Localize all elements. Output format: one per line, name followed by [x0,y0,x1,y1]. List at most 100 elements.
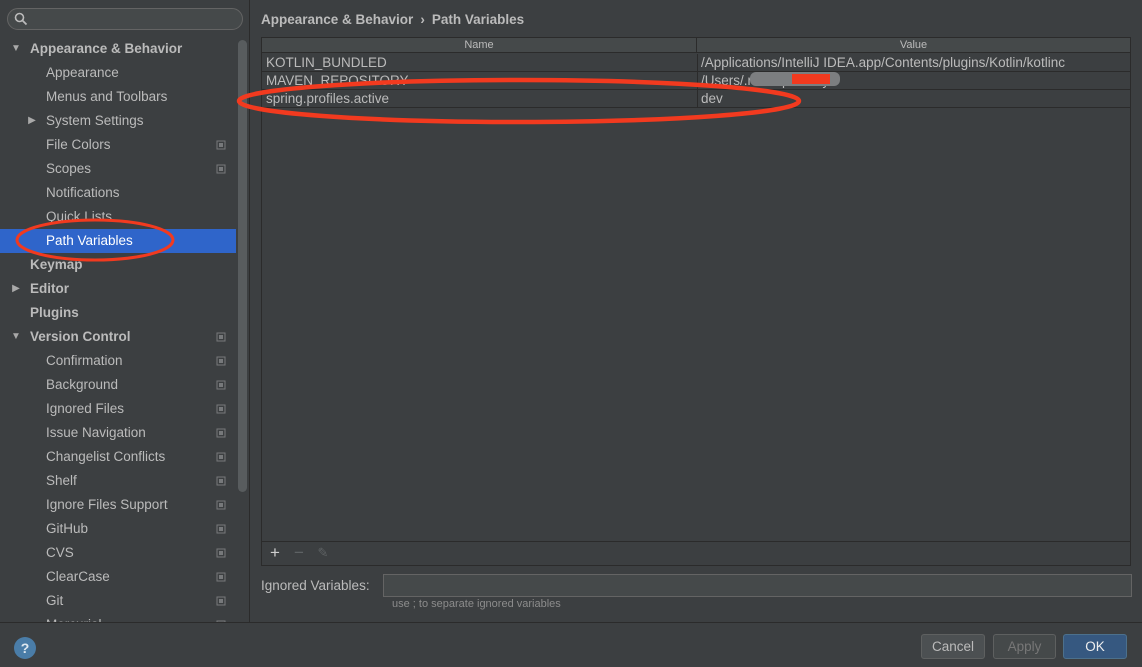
chevron-right-icon[interactable]: ▶ [26,109,38,133]
ignored-variables-input[interactable] [383,574,1132,597]
breadcrumb: Appearance & Behavior › Path Variables [261,10,524,30]
project-scope-icon [216,500,226,510]
sidebar-item-label: Confirmation [46,353,123,368]
sidebar-item-label: Background [46,377,119,392]
sidebar-item-label: Issue Navigation [46,425,146,440]
sidebar-item-path-variables[interactable]: Path Variables [0,229,236,253]
project-scope-icon [216,548,226,558]
settings-tree: ▼ Appearance & Behavior Appearance Menus an… [0,37,236,622]
project-scope-icon [216,164,226,174]
cancel-button[interactable]: Cancel [921,634,985,659]
sidebar-item-scopes[interactable]: Scopes [0,157,236,181]
table-row[interactable]: KOTLIN_BUNDLED/Applications/IntelliJ IDE… [262,54,1130,72]
project-scope-icon [216,428,226,438]
table-toolbar: + − ✎ [261,542,1131,566]
sidebar-item-issue-navigation[interactable]: Issue Navigation [0,421,236,445]
sidebar-item-git[interactable]: Git [0,589,236,613]
sidebar-scrollbar[interactable] [238,40,247,492]
ok-button[interactable]: OK [1063,634,1127,659]
sidebar-item-mercurial[interactable]: Mercurial [0,613,236,622]
sidebar-item-clearcase[interactable]: ClearCase [0,565,236,589]
breadcrumb-separator-icon: › [420,12,425,27]
sidebar-item-label: Appearance & Behavior [30,41,183,56]
remove-icon[interactable]: − [291,544,307,561]
project-scope-icon [216,596,226,606]
settings-sidebar: ▼ Appearance & Behavior Appearance Menus an… [0,0,250,622]
project-scope-icon [216,572,226,582]
column-header-value[interactable]: Value [697,38,1130,53]
variable-name-cell[interactable]: spring.profiles.active [266,90,694,108]
sidebar-item-github[interactable]: GitHub [0,517,236,541]
apply-button[interactable]: Apply [993,634,1056,659]
sidebar-item-changelist-conflicts[interactable]: Changelist Conflicts [0,445,236,469]
sidebar-item-shelf[interactable]: Shelf [0,469,236,493]
variable-value-cell[interactable]: dev [701,90,1129,108]
sidebar-item-ignored-files[interactable]: Ignored Files [0,397,236,421]
sidebar-item-notifications[interactable]: Notifications [0,181,236,205]
sidebar-item-label: CVS [46,545,74,560]
table-row[interactable]: spring.profiles.active dev [262,90,1130,108]
sidebar-item-menus-and-toolbars[interactable]: Menus and Toolbars [0,85,236,109]
column-divider [697,72,698,90]
search-icon [14,12,28,26]
sidebar-item-ignore-files-support[interactable]: Ignore Files Support [0,493,236,517]
chevron-down-icon[interactable]: ▼ [10,325,22,349]
sidebar-item-label: Scopes [46,161,92,176]
path-variables-table: Name Value KOTLIN_BUNDLED/Applications/I… [261,37,1131,542]
breadcrumb-current: Path Variables [431,12,525,27]
sidebar-item-system-settings[interactable]: ▶ System Settings [0,109,236,133]
ignored-variables-label: Ignored Variables: [261,578,370,593]
sidebar-item-label: ClearCase [46,569,110,584]
variable-value-cell[interactable]: /Applications/IntelliJ IDEA.app/Contents… [701,54,1129,72]
column-divider [697,54,698,72]
sidebar-item-label: Keymap [30,257,83,272]
sidebar-item-quick-lists[interactable]: Quick Lists [0,205,236,229]
sidebar-item-label: GitHub [46,521,89,536]
sidebar-item-cvs[interactable]: CVS [0,541,236,565]
help-button[interactable]: ? [14,637,36,659]
table-row[interactable]: MAVEN_REPOSITORY/Users/.m2/repository [262,72,1130,90]
table-header: Name Value [262,38,1130,53]
variable-value-cell[interactable]: /Users/.m2/repository [701,72,1129,90]
chevron-down-icon[interactable]: ▼ [10,37,22,61]
sidebar-item-label: Plugins [30,305,79,320]
sidebar-item-label: Mercurial [46,613,102,622]
sidebar-item-label: Changelist Conflicts [46,449,166,464]
sidebar-item-keymap[interactable]: Keymap [0,253,236,277]
project-scope-icon [216,356,226,366]
project-scope-icon [216,380,226,390]
sidebar-item-label: Ignored Files [46,401,125,416]
sidebar-item-version-control[interactable]: ▼ Version Control [0,325,236,349]
sidebar-item-label: System Settings [46,113,144,128]
column-header-name[interactable]: Name [262,38,697,53]
edit-icon[interactable]: ✎ [315,545,331,561]
sidebar-item-label: Version Control [30,329,131,344]
sidebar-item-label: Menus and Toolbars [46,89,168,104]
sidebar-item-label: Shelf [46,473,77,488]
sidebar-item-label: Ignore Files Support [46,497,168,512]
sidebar-item-confirmation[interactable]: Confirmation [0,349,236,373]
chevron-right-icon[interactable]: ▶ [10,277,22,301]
project-scope-icon [216,404,226,414]
sidebar-item-background[interactable]: Background [0,373,236,397]
project-scope-icon [216,140,226,150]
sidebar-item-editor[interactable]: ▶ Editor [0,277,236,301]
sidebar-item-label: File Colors [46,137,111,152]
sidebar-item-label: Notifications [46,185,120,200]
variable-name-cell[interactable]: MAVEN_REPOSITORY [266,72,694,90]
variable-name-cell[interactable]: KOTLIN_BUNDLED [266,54,694,72]
sidebar-item-label: Quick Lists [46,209,113,224]
sidebar-item-appearance[interactable]: Appearance [0,61,236,85]
project-scope-icon [216,452,226,462]
add-icon[interactable]: + [267,544,283,561]
ignored-variables-hint: use ; to separate ignored variables [392,598,561,610]
breadcrumb-parent: Appearance & Behavior [261,12,414,27]
project-scope-icon [216,332,226,342]
sidebar-item-label: Git [46,593,64,608]
sidebar-item-appearance-behavior[interactable]: ▼ Appearance & Behavior [0,37,236,61]
sidebar-item-plugins[interactable]: Plugins [0,301,236,325]
settings-search-input[interactable] [7,8,243,30]
sidebar-item-label: Path Variables [46,233,133,248]
column-divider [697,90,698,108]
sidebar-item-file-colors[interactable]: File Colors [0,133,236,157]
